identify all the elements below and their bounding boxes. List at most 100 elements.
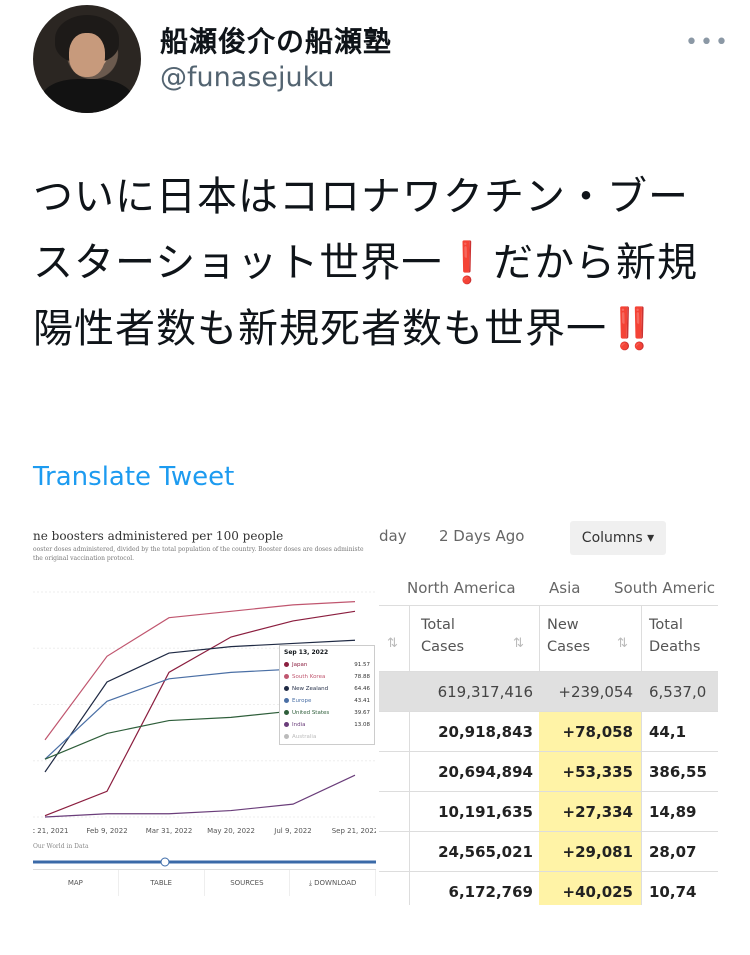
- tooltip-series-value: 39.67: [354, 710, 370, 716]
- cell-new-cases: +53,335: [539, 752, 641, 792]
- avatar[interactable]: [33, 5, 141, 113]
- cell-total-deaths: 386,55: [649, 763, 707, 781]
- series-color-dot: [284, 734, 289, 739]
- tooltip-series-value: 78.88: [354, 674, 370, 680]
- cell-new-cases: +78,058: [539, 712, 641, 752]
- tooltip-series-name: United States: [292, 710, 330, 716]
- x-tick-label: Sep 21, 2022: [332, 827, 376, 835]
- display-name[interactable]: 船瀬俊介の船瀬塾: [160, 20, 392, 60]
- series-color-dot: [284, 674, 289, 679]
- table-row: 24,565,021 +29,081 28,07: [379, 831, 718, 872]
- cell-total-deaths: 28,07: [649, 843, 697, 861]
- series-color-dot: [284, 710, 289, 715]
- tooltip-row: Japan 91.57: [280, 659, 374, 671]
- cell-new-cases: +29,081: [539, 832, 641, 872]
- series-color-dot: [284, 662, 289, 667]
- cell-new-cases: +40,025: [539, 872, 641, 905]
- sort-icon[interactable]: ⇅: [513, 636, 524, 651]
- series-color-dot: [284, 698, 289, 703]
- chart-source: Our World in Data: [33, 843, 89, 850]
- tab-2-days-ago[interactable]: 2 Days Ago: [439, 527, 524, 545]
- tooltip-row: India 13.08: [280, 719, 374, 731]
- table-total-row: 619,317,416 +239,054 6,537,0: [379, 671, 718, 712]
- tooltip-series-value: 64.46: [354, 686, 370, 692]
- chart-tabs: MAP TABLE SOURCES ⤓ DOWNLOAD: [33, 869, 376, 896]
- tooltip-rows: Japan 91.57 South Korea 78.88 New Zealand 64.…: [280, 659, 374, 743]
- cell-total-cases: 619,317,416: [437, 683, 533, 701]
- tooltip-series-name: South Korea: [292, 674, 326, 680]
- table-row: 20,694,894 +53,335 386,55: [379, 751, 718, 792]
- region-tab[interactable]: Asia: [549, 579, 580, 597]
- series-color-dot: [284, 722, 289, 727]
- columns-button[interactable]: Columns ▾: [570, 521, 666, 555]
- tooltip-row: South Korea 78.88: [280, 671, 374, 683]
- header-new-cases[interactable]: New Cases: [547, 606, 590, 672]
- tooltip-series-name: Japan: [292, 662, 308, 668]
- sort-icon[interactable]: ⇅: [617, 636, 628, 651]
- x-tick-label: Jul 9, 2022: [273, 827, 311, 835]
- region-tab[interactable]: South Americ: [614, 579, 715, 597]
- avatar-body: [41, 79, 133, 113]
- tooltip-series-value: 91.57: [354, 662, 370, 668]
- tooltip-series-value: 13.08: [354, 722, 370, 728]
- cell-total-cases: 24,565,021: [438, 843, 533, 861]
- user-handle[interactable]: @funasejuku: [160, 62, 335, 93]
- tooltip-row: Australia: [280, 731, 374, 743]
- tooltip-row: New Zealand 64.46: [280, 683, 374, 695]
- header-total-deaths[interactable]: Total Deaths: [649, 606, 700, 672]
- table-top-bar: day 2 Days Ago Columns ▾: [379, 521, 718, 555]
- cell-total-cases: 10,191,635: [438, 803, 533, 821]
- tab-day[interactable]: day: [379, 527, 407, 545]
- tab-map[interactable]: MAP: [33, 870, 119, 896]
- header-line: Cases: [421, 639, 465, 655]
- more-icon[interactable]: •••: [685, 30, 730, 55]
- double-exclamation-icon: ‼️: [607, 306, 658, 352]
- header-line: Cases: [547, 639, 591, 655]
- tooltip-series-name: India: [292, 722, 306, 728]
- avatar-face: [69, 33, 105, 77]
- table-row: 6,172,769 +40,025 10,74: [379, 871, 718, 905]
- header-line: Total: [421, 617, 455, 633]
- x-tick-label: May 20, 2022: [207, 827, 255, 835]
- tooltip-date: Sep 13, 2022: [284, 649, 329, 656]
- table-row: 10,191,635 +27,334 14,89: [379, 791, 718, 832]
- tab-table[interactable]: TABLE: [119, 870, 205, 896]
- translate-tweet-link[interactable]: Translate Tweet: [33, 462, 234, 492]
- tweet-media[interactable]: ne boosters administered per 100 people …: [33, 517, 718, 905]
- exclamation-icon: ❗: [442, 240, 494, 286]
- series-color-dot: [284, 686, 289, 691]
- header-line: Total: [649, 617, 683, 633]
- cell-total-cases: 20,694,894: [438, 763, 533, 781]
- cases-table[interactable]: day 2 Days Ago Columns ▾ North America A…: [379, 517, 718, 905]
- cell-total-cases: 6,172,769: [448, 883, 533, 901]
- x-tick-label: Dec 21, 2021: [33, 827, 68, 835]
- cell-new-cases: +27,334: [539, 792, 641, 832]
- timeline-handle[interactable]: [160, 857, 170, 867]
- tab-download[interactable]: ⤓ DOWNLOAD: [290, 870, 376, 896]
- cell-total-deaths: 6,537,0: [649, 683, 707, 701]
- cell-total-deaths: 14,89: [649, 803, 697, 821]
- x-tick-label: Feb 9, 2022: [86, 827, 127, 835]
- tweet-text: ついに日本はコロナワクチン・ブースターショット世界一❗だから新規陽性者数も新規死…: [33, 164, 723, 362]
- tab-sources[interactable]: SOURCES: [205, 870, 291, 896]
- tooltip-series-name: New Zealand: [292, 686, 329, 692]
- tooltip-series-value: 43.41: [354, 698, 370, 704]
- cell-total-deaths: 44,1: [649, 723, 687, 741]
- tooltip-series-name: Australia: [292, 734, 317, 740]
- table-row: 20,918,843 +78,058 44,1: [379, 711, 718, 752]
- x-tick-label: Mar 31, 2022: [146, 827, 193, 835]
- tab-download-label: DOWNLOAD: [314, 879, 357, 887]
- region-tab[interactable]: North America: [407, 579, 516, 597]
- cell-total-cases: 20,918,843: [438, 723, 533, 741]
- tooltip-row: Europe 43.41: [280, 695, 374, 707]
- tooltip-row: United States 39.67: [280, 707, 374, 719]
- table-header: ⇅ Total Cases ⇅ New Cases ⇅ Total Deaths: [379, 605, 718, 672]
- chart-tooltip: Sep 13, 2022 Japan 91.57 South Korea 78.88 N…: [279, 645, 375, 745]
- header-total-cases[interactable]: Total Cases: [421, 606, 464, 672]
- tooltip-series-name: Europe: [292, 698, 312, 704]
- sort-icon[interactable]: ⇅: [387, 636, 398, 651]
- series-line: [44, 774, 356, 818]
- cell-new-cases: +239,054: [558, 683, 633, 701]
- header-line: New: [547, 617, 579, 633]
- booster-chart[interactable]: ne boosters administered per 100 people …: [33, 517, 376, 905]
